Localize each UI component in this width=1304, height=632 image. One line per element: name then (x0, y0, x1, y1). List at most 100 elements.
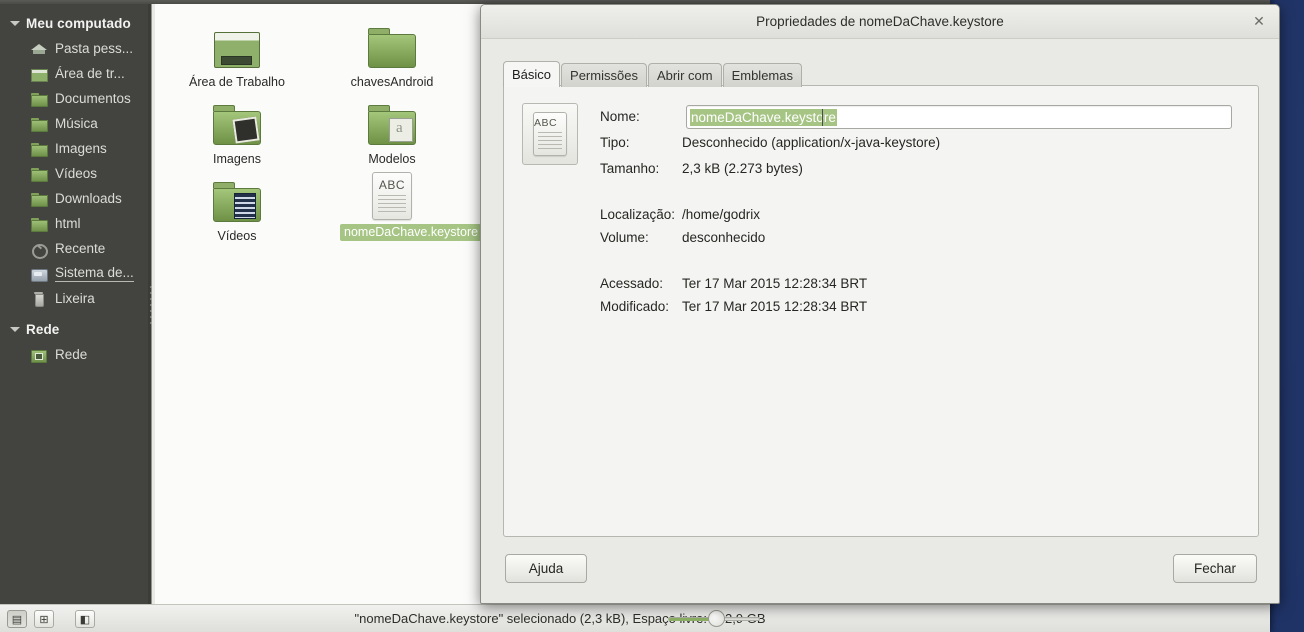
dialog-title: Propriedades de nomeDaChave.keystore (756, 14, 1004, 29)
file-item-chavesandroid[interactable]: chavesAndroid (340, 14, 444, 91)
name-input[interactable]: nomeDaChave.keystore (686, 105, 1232, 129)
sidebar-group-label: Rede (26, 321, 60, 337)
doc-lines (538, 132, 562, 150)
tab-label: Emblemas (731, 68, 793, 83)
tab-label: Permissões (570, 68, 638, 83)
music-folder-icon (30, 116, 48, 132)
file-item-imagens[interactable]: Imagens (185, 91, 289, 168)
zoom-slider[interactable] (668, 610, 760, 627)
sidebar-item-musica[interactable]: Música (0, 111, 148, 136)
sidebar-item-area-de-trabalho[interactable]: Área de tr... (0, 61, 148, 86)
slider-handle[interactable] (708, 610, 725, 627)
tamanho-value: 2,3 kB (2.273 bytes) (682, 161, 803, 176)
dialog-titlebar[interactable]: Propriedades de nomeDaChave.keystore ✕ (481, 5, 1279, 39)
localizacao-value: /home/godrix (682, 207, 761, 222)
slider-fill (669, 618, 713, 621)
pictures-folder-icon (30, 141, 48, 157)
network-folder-icon (30, 347, 48, 363)
sidebar-item-label: Imagens (55, 140, 107, 156)
row-tamanho: Tamanho: 2,3 kB (2.273 bytes) (600, 161, 803, 176)
volume-label: Volume: (600, 230, 649, 245)
volume-value: desconhecido (682, 230, 766, 245)
close-icon[interactable]: ✕ (1251, 14, 1267, 30)
sidebar-group-meu-computador[interactable]: Meu computado (0, 10, 148, 36)
doc-lines (378, 195, 406, 215)
sidebar-item-label: Pasta pess... (55, 40, 134, 56)
desktop-folder-icon (30, 66, 48, 82)
tamanho-label: Tamanho: (600, 161, 660, 176)
sidebar-item-label: Recente (55, 240, 106, 256)
chevron-down-icon[interactable] (8, 16, 22, 30)
sidebar-item-label: Música (55, 115, 98, 131)
folder-icon (340, 14, 444, 70)
abc-text: ABC (534, 117, 558, 129)
file-item-label: nomeDaChave.keystore (340, 224, 483, 241)
sidebar-item-label: html (55, 215, 81, 231)
tipo-label: Tipo: (600, 135, 630, 150)
tab-abrir-com[interactable]: Abrir com (647, 63, 722, 87)
sidebar-item-label: Vídeos (55, 165, 98, 181)
sidebar-item-label: Sistema de... (55, 265, 134, 282)
sidebar-item-lixeira[interactable]: Lixeira (0, 286, 148, 311)
row-localizacao: Localização: /home/godrix (600, 207, 760, 222)
file-item-modelos[interactable]: Modelos (340, 91, 444, 168)
sidebar-item-label: Downloads (55, 190, 122, 206)
row-acessado: Acessado: Ter 17 Mar 2015 12:28:34 BRT (600, 276, 867, 291)
file-item-area-de-trabalho[interactable]: Área de Trabalho (185, 14, 289, 91)
sidebar-item-documentos[interactable]: Documentos (0, 86, 148, 111)
abc-document-icon: ABC (533, 112, 567, 156)
abc-text: ABC (378, 178, 406, 192)
modificado-value: Ter 17 Mar 2015 12:28:34 BRT (682, 299, 868, 314)
tab-emblemas[interactable]: Emblemas (722, 63, 802, 87)
templates-folder-icon (340, 91, 444, 147)
home-folder-icon (30, 41, 48, 57)
abc-document-icon: ABC (340, 164, 444, 220)
file-item-label: chavesAndroid (350, 75, 434, 89)
file-item-label: Área de Trabalho (189, 75, 285, 89)
file-icon-preview[interactable]: ABC (522, 103, 578, 165)
sidebar-item-downloads[interactable]: Downloads (0, 186, 148, 211)
desktop-folder-icon (185, 14, 289, 70)
acessado-label: Acessado: (600, 276, 664, 291)
sidebar-splitter[interactable] (148, 4, 155, 604)
chevron-down-icon[interactable] (8, 322, 22, 336)
sidebar-item-label: Documentos (55, 90, 131, 106)
dialog-tabs: Básico Permissões Abrir com Emblemas (503, 61, 803, 87)
file-item-nomedachave-keystore[interactable]: ABC nomeDaChave.keystore (340, 164, 483, 241)
file-item-videos[interactable]: Vídeos (185, 168, 289, 245)
acessado-value: Ter 17 Mar 2015 12:28:34 BRT (682, 276, 868, 291)
help-button-label: Ajuda (528, 561, 564, 576)
row-tipo: Tipo: Desconhecido (application/x-java-k… (600, 135, 940, 150)
sidebar-item-recente[interactable]: Recente (0, 236, 148, 261)
pictures-folder-icon (185, 91, 289, 147)
recent-icon (30, 241, 48, 259)
sidebar-item-pasta-pessoal[interactable]: Pasta pess... (0, 36, 148, 61)
file-item-label: Imagens (213, 152, 261, 166)
tab-basico[interactable]: Básico (503, 61, 561, 87)
row-nome: Nome: (600, 109, 682, 124)
sidebar-item-sistema-de-arquivos[interactable]: Sistema de... (0, 261, 148, 286)
tab-permissoes[interactable]: Permissões (561, 63, 647, 87)
sidebar-group-label: Meu computado (26, 15, 131, 31)
filesystem-disk-icon (30, 266, 48, 282)
sidebar-item-label: Lixeira (55, 290, 95, 306)
nome-label: Nome: (600, 109, 640, 124)
sidebar-item-rede[interactable]: Rede (0, 342, 148, 367)
file-item-label: Vídeos (217, 229, 257, 243)
tipo-value: Desconhecido (application/x-java-keystor… (682, 135, 941, 150)
sidebar-item-imagens[interactable]: Imagens (0, 136, 148, 161)
help-button[interactable]: Ajuda (505, 554, 587, 583)
sidebar-item-videos[interactable]: Vídeos (0, 161, 148, 186)
sidebar-item-html[interactable]: html (0, 211, 148, 236)
close-button-label: Fechar (1193, 561, 1237, 576)
status-text: "nomeDaChave.keystore" selecionado (2,3 … (354, 611, 766, 626)
localizacao-label: Localização: (600, 207, 676, 222)
sidebar-group-rede[interactable]: Rede (0, 316, 148, 342)
trash-icon (30, 291, 48, 307)
row-modificado: Modificado: Ter 17 Mar 2015 12:28:34 BRT (600, 299, 867, 314)
modificado-label: Modificado: (600, 299, 670, 314)
folder-icon (30, 216, 48, 232)
sidebar: Meu computado Pasta pess... Área de tr..… (0, 4, 148, 604)
tab-label: Básico (512, 67, 552, 82)
close-button[interactable]: Fechar (1173, 554, 1257, 583)
